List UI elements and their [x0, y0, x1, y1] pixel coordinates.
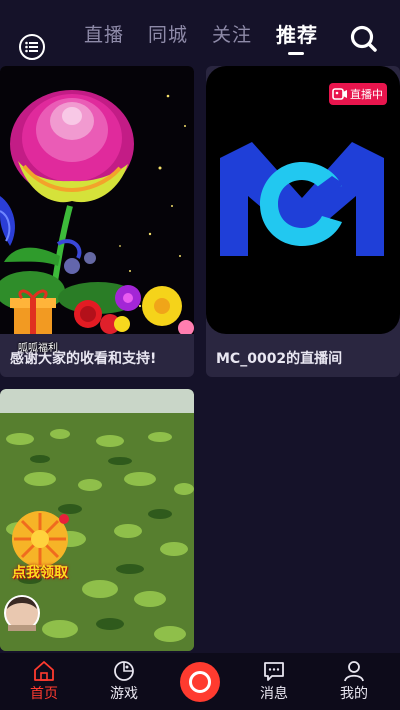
nav-item-messages[interactable]: 消息 — [244, 653, 304, 710]
stream-cover-image — [206, 66, 400, 334]
nav-label: 首页 — [30, 686, 58, 702]
tab-recommend[interactable]: 推荐 — [276, 19, 318, 48]
home-icon — [34, 661, 54, 681]
game-icon — [114, 661, 134, 681]
nav-label: 游戏 — [110, 686, 138, 702]
search-icon[interactable] — [349, 24, 379, 54]
menu-icon[interactable] — [19, 34, 45, 60]
nav-item-profile[interactable]: 我的 — [324, 653, 384, 710]
feed-card[interactable]: 直播中 MC_0002的直播间 — [206, 66, 400, 377]
tab-live[interactable]: 直播 — [84, 20, 124, 47]
live-badge: 直播中 — [329, 83, 387, 105]
nav-label: 我的 — [340, 686, 368, 702]
live-badge-label: 直播中 — [350, 88, 383, 101]
gift-label: 呱呱福利 — [18, 343, 58, 354]
stream-cover-image — [0, 66, 194, 334]
user-icon — [344, 661, 364, 682]
tab-nearby[interactable]: 同城 — [148, 20, 188, 47]
card-title: MC_0002的直播间 — [216, 351, 343, 367]
nav-item-home[interactable]: 首页 — [14, 653, 74, 710]
message-icon — [264, 662, 284, 681]
live-camera-icon — [332, 88, 347, 100]
app-screen: 直播 同城 关注 推荐 感谢大家的收看和支持! 呱呱福利 直播中 MC_0002… — [0, 0, 400, 710]
active-tab-indicator — [288, 52, 304, 55]
nav-item-games[interactable]: 游戏 — [94, 653, 154, 710]
top-bar: 直播 同城 关注 推荐 — [0, 0, 400, 64]
feed-card[interactable]: 点我领取 — [0, 389, 194, 651]
go-live-button[interactable] — [180, 662, 220, 702]
claim-reward-label[interactable]: 点我领取 — [12, 562, 68, 582]
feed-card[interactable]: 感谢大家的收看和支持! — [0, 66, 194, 377]
tab-following[interactable]: 关注 — [212, 20, 252, 47]
stream-cover-image — [0, 389, 194, 651]
nav-label: 消息 — [260, 686, 288, 702]
